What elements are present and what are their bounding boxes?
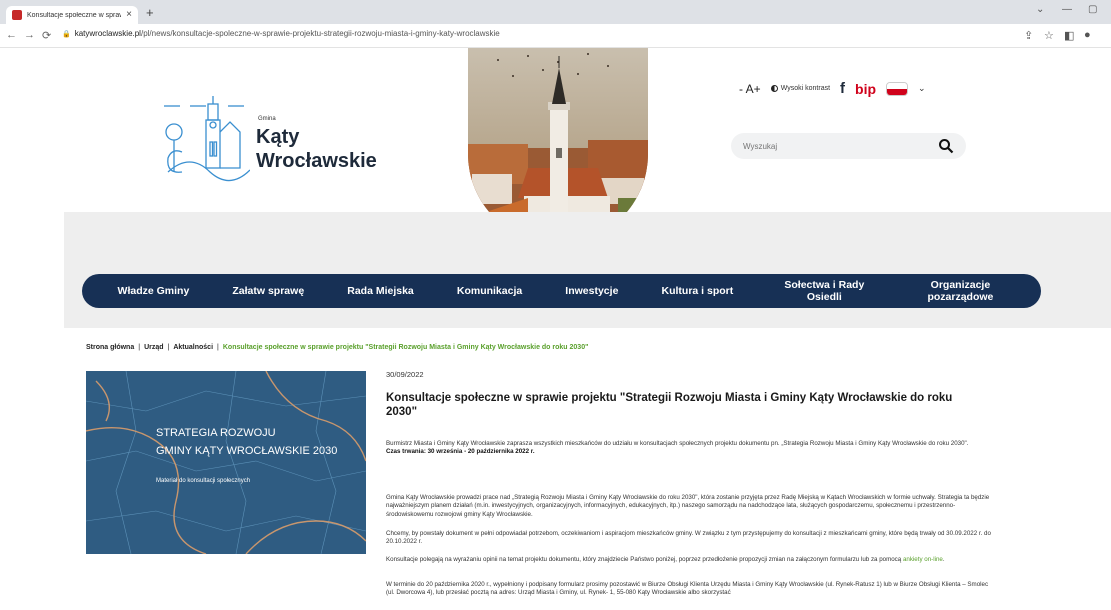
tab-title: Konsultacje społeczne w sprawie <box>27 11 122 19</box>
contrast-icon <box>770 85 778 92</box>
nav-item-wladze-gminy[interactable]: Władze Gminy <box>118 285 190 297</box>
paragraph-4-end: . <box>942 556 945 563</box>
search-box <box>731 133 966 159</box>
consultation-period: Czas trwania: 30 września - 20 październ… <box>386 448 535 456</box>
bip-link[interactable]: bip <box>855 81 876 97</box>
nav-item-kultura-i-sport[interactable]: Kultura i sport <box>662 285 734 297</box>
close-tab-icon[interactable]: × <box>126 10 132 20</box>
url-field[interactable]: 🔒 katywroclawskie.pl/pl/news/konsultacje-… <box>62 29 500 38</box>
facebook-icon[interactable]: f <box>840 80 845 97</box>
image-subtitle: Materiał do konsultacji społecznych <box>156 478 251 484</box>
breadcrumb-home[interactable]: Strona główna <box>86 344 134 351</box>
polish-flag-icon[interactable] <box>886 81 909 96</box>
breadcrumb-current: Konsultacje społeczne w sprawie projektu… <box>222 344 589 351</box>
article-paragraph-5: W terminie do 20 października 2020 r., w… <box>386 581 989 597</box>
image-title-line2: GMINY KĄTY WROCŁAWSKIE 2030 <box>156 445 338 457</box>
search-icon[interactable] <box>938 138 954 154</box>
article-paragraph-4: Konsultacje polegają na wyrażaniu opinii… <box>386 556 996 564</box>
reload-icon[interactable]: ⟳ <box>42 29 51 42</box>
article-image: STRATEGIA ROZWOJU GMINY KĄTY WROCŁAWSKIE… <box>86 371 366 554</box>
share-icon[interactable]: ⇪ <box>1024 29 1033 42</box>
article-paragraph-3: Chcemy, by powstały dokument w pełni odp… <box>386 530 991 546</box>
lock-icon: 🔒 <box>62 31 71 38</box>
browser-tab-strip: Konsultacje społeczne w sprawie × + ⌄ — … <box>0 0 1111 24</box>
article-title: Konsultacje społeczne w sprawie projektu… <box>386 392 953 418</box>
font-size-control[interactable]: - A+ <box>739 82 761 96</box>
tab-list-chevron-icon[interactable]: ⌄ <box>1036 4 1044 15</box>
logo-name-line1: Kąty <box>256 126 300 148</box>
favicon-icon <box>12 10 22 20</box>
minimize-icon[interactable]: — <box>1062 4 1072 15</box>
profile-icon[interactable]: ● <box>1084 29 1091 41</box>
header-tools: - A+ Wysoki kontrast f bip ⌄ <box>739 80 926 97</box>
logo-name-line2: Wrocławskie <box>256 150 377 172</box>
nav-band <box>64 212 1111 328</box>
article-paragraph-1: Burmistrz Miasta i Gminy Kąty Wrocławski… <box>386 440 996 457</box>
browser-tab[interactable]: Konsultacje społeczne w sprawie × <box>6 6 138 24</box>
article-date: 30/09/2022 <box>386 370 424 379</box>
back-icon[interactable]: ← <box>6 29 17 41</box>
breadcrumb: Strona główna | Urząd | Aktualności | Konsulta… <box>86 344 589 351</box>
bip-label: bip <box>855 80 877 97</box>
nav-item-zalatw-sprawe[interactable]: Załatw sprawę <box>232 285 304 297</box>
address-bar: ← → ⟳ 🔒 katywroclawskie.pl/pl/news/konsul… <box>0 24 1111 48</box>
image-title-line1: STRATEGIA ROZWOJU <box>156 427 276 439</box>
contrast-toggle[interactable]: Wysoki kontrast <box>770 85 831 92</box>
search-input[interactable] <box>743 141 938 151</box>
restore-icon[interactable]: ▢ <box>1088 4 1097 15</box>
nav-item-rada-miejska[interactable]: Rada Miejska <box>347 285 414 297</box>
article-paragraph-2: Gmina Kąty Wrocławskie prowadzi prace na… <box>386 494 990 518</box>
logo-small-text: Gmina <box>258 116 276 122</box>
breadcrumb-news[interactable]: Aktualności <box>173 344 213 351</box>
url-domain: katywroclawskie.pl <box>74 29 141 38</box>
nav-item-organizacje[interactable]: Organizacje pozarządowe <box>915 279 1005 303</box>
breadcrumb-office[interactable]: Urząd <box>144 344 163 351</box>
nav-item-inwestycje[interactable]: Inwestycje <box>565 285 618 297</box>
bookmark-star-icon[interactable]: ☆ <box>1044 29 1054 42</box>
nav-item-komunikacja[interactable]: Komunikacja <box>457 285 522 297</box>
nav-item-solectwa[interactable]: Sołectwa i Rady Osiedli <box>776 279 872 303</box>
chevron-down-icon[interactable]: ⌄ <box>918 83 926 94</box>
contrast-label: Wysoki kontrast <box>780 85 831 92</box>
site-logo[interactable]: Gmina Kąty Wrocławskie <box>160 92 400 192</box>
town-hall-logo-icon <box>164 96 251 182</box>
paragraph-4-text: Konsultacje polegają na wyrażaniu opinii… <box>386 556 902 563</box>
new-tab-icon[interactable]: + <box>146 6 154 20</box>
main-navigation: Władze Gminy Załatw sprawę Rada Miejska … <box>82 274 1041 308</box>
side-panel-icon[interactable]: ◧ <box>1064 29 1074 42</box>
paragraph-1-text: Burmistrz Miasta i Gminy Kąty Wrocławski… <box>386 440 969 447</box>
url-path: /pl/news/konsultacje-spoleczne-w-sprawie… <box>140 29 500 38</box>
online-survey-link[interactable]: ankiety on-line <box>903 556 943 563</box>
forward-icon[interactable]: → <box>24 29 35 41</box>
